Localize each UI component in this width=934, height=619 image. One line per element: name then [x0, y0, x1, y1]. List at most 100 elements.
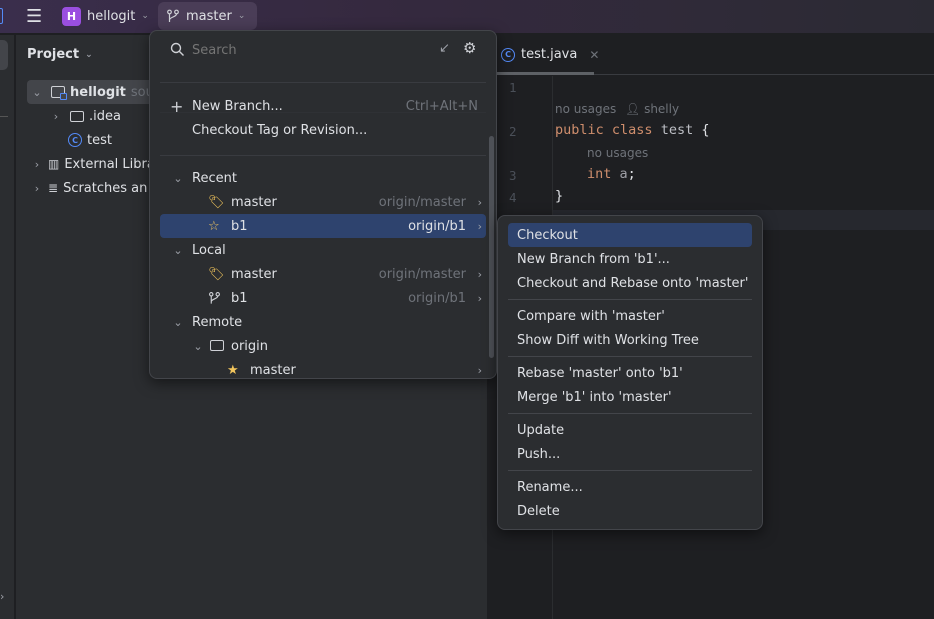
tag-icon: 🏷︎ — [208, 266, 225, 282]
tool-window-strip: › — [0, 35, 15, 619]
divider — [160, 155, 486, 156]
scrollbar[interactable] — [489, 136, 494, 358]
star-outline-icon: ☆ — [208, 218, 220, 234]
usages-hint[interactable]: no usages — [555, 102, 616, 116]
branch-name: master — [231, 266, 277, 282]
tree-item-scratches[interactable]: › ≣ Scratches an — [31, 176, 148, 200]
tag-icon: 🏷︎ — [208, 194, 225, 210]
brace: { — [701, 122, 710, 138]
menu-rebase[interactable]: Rebase 'master' onto 'b1' — [508, 361, 752, 385]
java-class-icon: C — [68, 133, 82, 147]
chevron-down-icon: ⌄ — [173, 243, 183, 257]
keyword: class — [611, 122, 653, 138]
group-label: Remote — [192, 314, 243, 330]
branch-item-selected[interactable]: ☆ b1 origin/b1 › — [160, 214, 486, 238]
divider — [508, 470, 752, 471]
project-tool-button[interactable] — [0, 40, 8, 70]
plus-icon: + — [170, 96, 184, 116]
project-name: hellogit — [87, 8, 136, 24]
branch-icon — [167, 9, 179, 22]
chevron-down-icon: ⌄ — [173, 171, 183, 185]
semicolon: ; — [627, 166, 636, 182]
project-view-selector[interactable]: Project ⌄ — [27, 47, 93, 62]
project-switcher[interactable]: H hellogit ⌄ — [54, 2, 157, 30]
libraries-icon: ▥ — [48, 157, 60, 171]
chevron-down-icon: ⌄ — [85, 49, 93, 60]
branch-name: master — [250, 362, 296, 378]
title-bar: ☰ H hellogit ⌄ master ⌄ — [0, 0, 934, 34]
main-menu-button[interactable]: ☰ — [18, 2, 50, 30]
line-number: 1 — [509, 80, 517, 95]
group-recent[interactable]: ⌄ Recent — [160, 166, 486, 190]
menu-merge[interactable]: Merge 'b1' into 'master' — [508, 385, 752, 409]
app-icon — [0, 8, 3, 24]
branch-icon — [209, 292, 220, 304]
line-number: 2 — [509, 124, 517, 139]
branch-switcher[interactable]: master ⌄ — [158, 2, 257, 30]
tracking-branch: origin/master — [378, 266, 466, 282]
checkout-tag-action[interactable]: Checkout Tag or Revision... — [160, 118, 486, 142]
new-branch-action[interactable]: + New Branch... Ctrl+Alt+N — [160, 94, 486, 118]
collapse-icon[interactable]: ↙ — [439, 41, 450, 56]
chevron-right-icon: › — [477, 291, 482, 305]
code-line-4: } — [555, 188, 564, 204]
menu-update[interactable]: Update — [508, 418, 752, 442]
menu-push[interactable]: Push... — [508, 442, 752, 466]
chevron-right-icon: › — [34, 181, 40, 195]
class-name: test — [660, 122, 694, 138]
menu-checkout-rebase[interactable]: Checkout and Rebase onto 'master' — [508, 271, 752, 295]
close-icon[interactable]: ✕ — [589, 48, 599, 62]
menu-compare[interactable]: Compare with 'master' — [508, 304, 752, 328]
remote-origin[interactable]: ⌄ origin — [160, 334, 486, 358]
branch-item[interactable]: 🏷︎ master origin/master › — [160, 262, 486, 286]
branch-name: b1 — [231, 290, 248, 306]
branch-context-menu: Checkout New Branch from 'b1'... Checkou… — [497, 215, 763, 530]
editor-tabs: C test.java ✕ — [487, 35, 934, 75]
menu-checkout[interactable]: Checkout — [508, 223, 752, 247]
tab-label: test.java — [521, 47, 578, 62]
gear-icon[interactable]: ⚙ — [463, 39, 476, 57]
folder-icon — [210, 340, 224, 351]
tree-item-test[interactable]: C test — [68, 128, 112, 152]
branch-search-input[interactable] — [192, 39, 422, 61]
menu-show-diff[interactable]: Show Diff with Working Tree — [508, 328, 752, 352]
menu-new-branch-from[interactable]: New Branch from 'b1'... — [508, 247, 752, 271]
expand-icon[interactable]: › — [0, 590, 4, 603]
author-name: shelly — [644, 102, 680, 116]
branch-item[interactable]: ★ master › — [160, 358, 486, 378]
folder-icon — [70, 110, 84, 122]
user-icon: 👤︎ — [625, 102, 641, 116]
divider — [508, 413, 752, 414]
project-badge: H — [62, 6, 81, 26]
line-number: 4 — [509, 190, 517, 205]
tracking-branch: origin/b1 — [408, 290, 466, 306]
chevron-down-icon: ⌄ — [193, 339, 203, 353]
code-line-3: int a; — [587, 166, 636, 182]
menu-rename[interactable]: Rename... — [508, 475, 752, 499]
author-hint[interactable]: 👤︎ shelly — [625, 102, 679, 116]
group-label: Recent — [192, 170, 237, 186]
module-folder-icon — [51, 86, 67, 100]
chevron-down-icon: ⌄ — [173, 315, 183, 329]
usages-hint[interactable]: no usages — [587, 146, 648, 160]
tracking-branch: origin/master — [378, 194, 466, 210]
branch-item[interactable]: 🏷︎ master origin/master › — [160, 190, 486, 214]
code-line-2: public class test { — [555, 122, 710, 138]
tree-item-idea[interactable]: › .idea — [50, 104, 121, 128]
chevron-right-icon: › — [53, 109, 59, 123]
tree-item-external-libraries[interactable]: › ▥ External Libra — [31, 152, 155, 176]
chevron-right-icon: › — [477, 363, 482, 377]
menu-delete[interactable]: Delete — [508, 499, 752, 523]
branch-name: master — [231, 194, 277, 210]
remote-name: origin — [231, 338, 269, 354]
chevron-down-icon: ⌄ — [237, 11, 246, 21]
branch-item[interactable]: b1 origin/b1 › — [160, 286, 486, 310]
group-local[interactable]: ⌄ Local — [160, 238, 486, 262]
action-label: New Branch... — [192, 98, 283, 114]
divider — [508, 356, 752, 357]
chevron-right-icon: › — [477, 267, 482, 281]
field-name: a — [619, 166, 628, 182]
tree-label: Scratches an — [63, 180, 148, 196]
tab-test-java[interactable]: C test.java ✕ — [501, 47, 599, 62]
group-remote[interactable]: ⌄ Remote — [160, 310, 486, 334]
